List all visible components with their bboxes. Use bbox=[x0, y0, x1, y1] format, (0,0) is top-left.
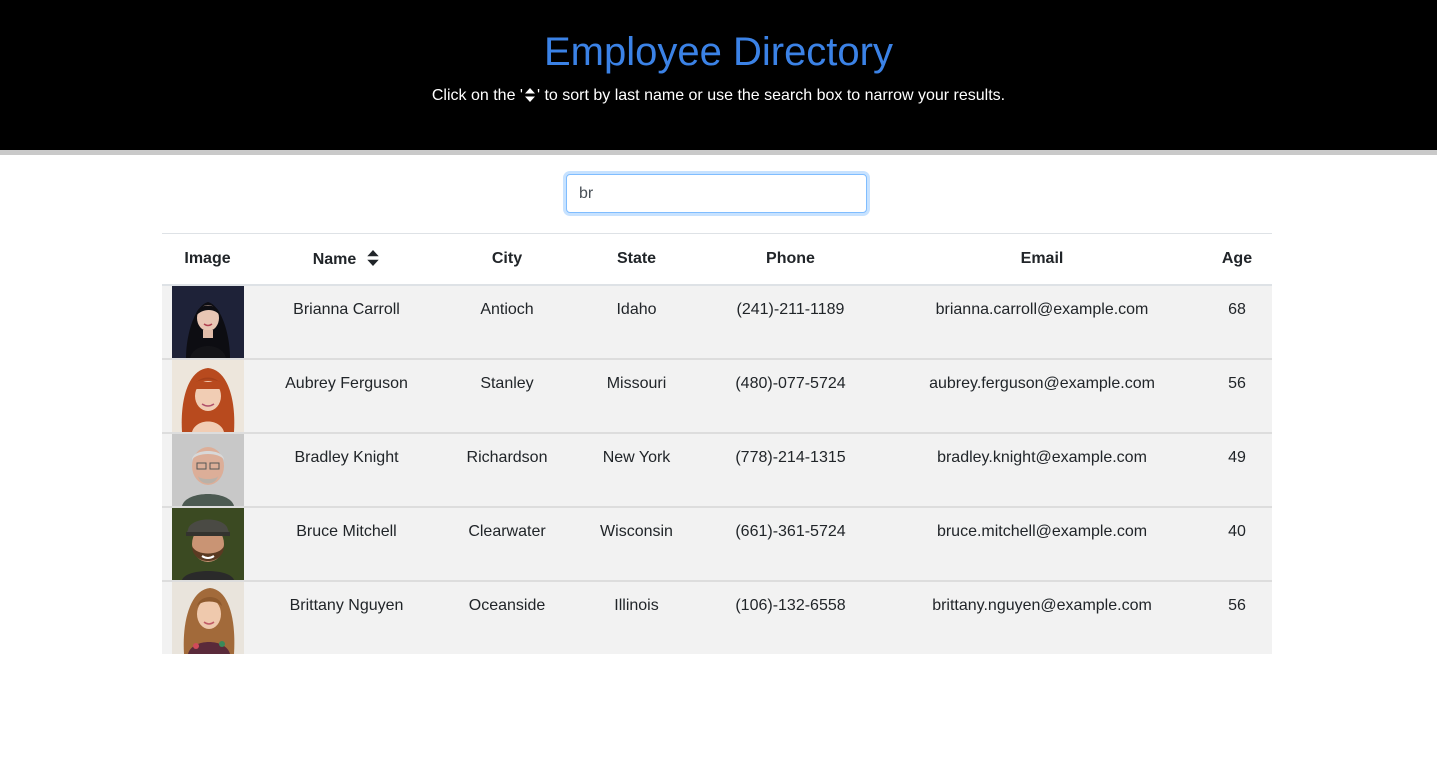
column-header-name: Name bbox=[253, 233, 440, 286]
employee-photo bbox=[172, 582, 244, 654]
state-cell: Missouri bbox=[574, 359, 699, 434]
phone-cell: (480)-077-5724 bbox=[699, 359, 882, 434]
phone-cell: (778)-214-1315 bbox=[699, 433, 882, 508]
search-input[interactable] bbox=[566, 174, 867, 213]
image-cell bbox=[162, 285, 253, 360]
email-cell: brianna.carroll@example.com bbox=[882, 285, 1202, 360]
employee-photo bbox=[172, 508, 244, 580]
email-cell: aubrey.ferguson@example.com bbox=[882, 359, 1202, 434]
subtitle-text-after: ' to sort by last name or use the search… bbox=[536, 87, 1006, 104]
image-cell bbox=[162, 359, 253, 434]
sort-icon bbox=[524, 88, 535, 102]
column-header-state: State bbox=[574, 233, 699, 286]
email-cell: bruce.mitchell@example.com bbox=[882, 507, 1202, 582]
name-cell: Brianna Carroll bbox=[253, 285, 440, 360]
city-cell: Richardson bbox=[440, 433, 574, 508]
age-cell: 68 bbox=[1202, 285, 1272, 360]
name-cell: Bruce Mitchell bbox=[253, 507, 440, 582]
email-cell: bradley.knight@example.com bbox=[882, 433, 1202, 508]
employee-table-container: Image Name City State Phone Email Age Br… bbox=[162, 233, 1272, 654]
page-subtitle: Click on the ' ' to sort by last name or … bbox=[0, 86, 1437, 106]
city-cell: Antioch bbox=[440, 285, 574, 360]
column-header-phone: Phone bbox=[699, 233, 882, 286]
city-cell: Oceanside bbox=[468, 597, 546, 614]
age-cell: 56 bbox=[1202, 359, 1272, 434]
employee-photo bbox=[172, 434, 244, 506]
name-cell: Bradley Knight bbox=[253, 433, 440, 508]
phone-cell: (241)-211-1189 bbox=[699, 285, 882, 360]
column-header-email: Email bbox=[882, 233, 1202, 286]
column-header-image: Image bbox=[162, 233, 253, 286]
name-cell: Aubrey Ferguson bbox=[253, 359, 440, 434]
name-cell: Brittany Nguyen bbox=[289, 597, 404, 614]
state-cell: Illinois bbox=[614, 597, 659, 614]
email-cell: brittany.nguyen@example.com bbox=[932, 597, 1152, 614]
employee-photo bbox=[172, 360, 244, 432]
image-cell bbox=[162, 507, 253, 582]
city-cell: Clearwater bbox=[440, 507, 574, 582]
state-cell: Wisconsin bbox=[574, 507, 699, 582]
table-row: Brianna Carroll Antioch Idaho (241)-211-… bbox=[162, 285, 1272, 360]
state-cell: New York bbox=[574, 433, 699, 508]
age-cell: 49 bbox=[1202, 433, 1272, 508]
table-row: Aubrey Ferguson Stanley Missouri (480)-0… bbox=[162, 359, 1272, 434]
image-cell bbox=[162, 433, 253, 508]
age-cell: 56 bbox=[1228, 597, 1246, 614]
table-header-row: Image Name City State Phone Email Age bbox=[162, 233, 1272, 286]
employee-photo bbox=[172, 286, 244, 358]
age-cell: 40 bbox=[1202, 507, 1272, 582]
phone-cell: (106)-132-6558 bbox=[735, 597, 846, 614]
sort-icon[interactable] bbox=[366, 249, 380, 266]
search-container bbox=[566, 174, 867, 213]
column-header-age: Age bbox=[1202, 233, 1272, 286]
image-cell bbox=[162, 581, 253, 654]
state-cell: Idaho bbox=[574, 285, 699, 360]
table-row: Brittany Nguyen Oceanside Illinois (106)… bbox=[162, 581, 1272, 654]
phone-cell: (661)-361-5724 bbox=[699, 507, 882, 582]
page-header: Employee Directory Click on the ' ' to so… bbox=[0, 0, 1437, 150]
table-row: Bradley Knight Richardson New York (778)… bbox=[162, 433, 1272, 508]
column-header-name-label: Name bbox=[312, 250, 357, 268]
table-row: Bruce Mitchell Clearwater Wisconsin (661… bbox=[162, 507, 1272, 582]
header-divider bbox=[0, 150, 1437, 155]
subtitle-text-before: Click on the ' bbox=[431, 87, 523, 104]
city-cell: Stanley bbox=[440, 359, 574, 434]
column-header-city: City bbox=[440, 233, 574, 286]
employee-table: Image Name City State Phone Email Age Br… bbox=[162, 233, 1272, 654]
page-title: Employee Directory bbox=[543, 30, 893, 74]
